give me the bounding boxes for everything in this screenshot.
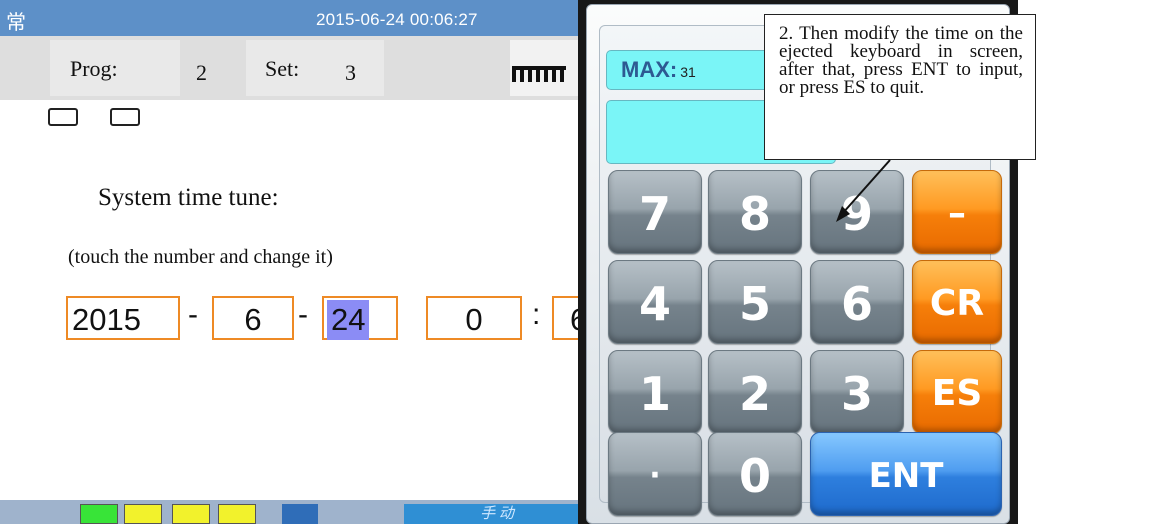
date-separator: - <box>188 298 198 331</box>
max-indicator: MAX: 31 <box>606 50 774 90</box>
key-dot[interactable]: · <box>608 432 702 516</box>
bottom-bar: 手 动 <box>0 500 590 524</box>
key-minus[interactable]: – <box>912 170 1002 254</box>
prog-label: Prog: <box>70 56 118 81</box>
bottom-button-2[interactable] <box>124 504 162 524</box>
key-5[interactable]: 5 <box>708 260 802 344</box>
capsule-icon <box>110 108 140 126</box>
key-es[interactable]: ES <box>912 350 1002 434</box>
bottom-button-5[interactable] <box>282 504 318 524</box>
time-separator: : <box>532 298 541 331</box>
set-label: Set: <box>265 56 300 81</box>
status-bar: 常 2015-06-24 00:06:27 <box>0 0 590 36</box>
year-field[interactable]: 2015 <box>66 296 180 340</box>
max-label: MAX: <box>621 57 678 82</box>
page-title: System time tune: <box>98 184 279 211</box>
bottom-button-4[interactable] <box>218 504 256 524</box>
key-4[interactable]: 4 <box>608 260 702 344</box>
hmi-screen: 常 2015-06-24 00:06:27 Prog: 2 Set: 3 Sys… <box>0 0 590 524</box>
manual-mode-button[interactable]: 手 动 <box>404 504 590 524</box>
date-separator: - <box>298 298 308 331</box>
bottom-button-1[interactable] <box>80 504 118 524</box>
key-0[interactable]: 0 <box>708 432 802 516</box>
status-indicator: 常 <box>6 10 26 34</box>
status-datetime: 2015-06-24 00:06:27 <box>316 10 478 29</box>
bottom-button-3[interactable] <box>172 504 210 524</box>
key-9[interactable]: 9 <box>810 170 904 254</box>
key-2[interactable]: 2 <box>708 350 802 434</box>
key-cr[interactable]: CR <box>912 260 1002 344</box>
key-ent[interactable]: ENT <box>810 432 1002 516</box>
day-field[interactable]: 24 <box>322 296 398 340</box>
key-8[interactable]: 8 <box>708 170 802 254</box>
key-1[interactable]: 1 <box>608 350 702 434</box>
key-3[interactable]: 3 <box>810 350 904 434</box>
month-field[interactable]: 6 <box>212 296 294 340</box>
max-value: 31 <box>680 64 696 80</box>
key-7[interactable]: 7 <box>608 170 702 254</box>
instruction-callout: 2. Then modify the time on the ejected k… <box>764 14 1036 160</box>
capsule-icon <box>48 108 78 126</box>
prog-value[interactable]: 2 <box>196 60 207 86</box>
hour-field[interactable]: 0 <box>426 296 522 340</box>
key-6[interactable]: 6 <box>810 260 904 344</box>
set-value[interactable]: 3 <box>345 60 356 86</box>
day-value-selected[interactable]: 24 <box>327 300 370 340</box>
program-bar: Prog: 2 Set: 3 <box>0 36 590 100</box>
page-hint: (touch the number and change it) <box>68 246 333 268</box>
